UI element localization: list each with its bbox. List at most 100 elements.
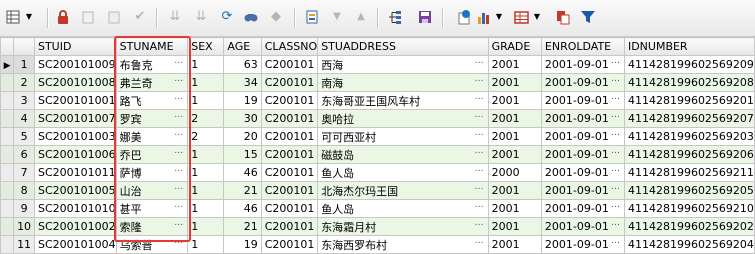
cell-stuaddress[interactable]: 东海西罗布村… [317,235,489,254]
cell-stuname[interactable]: 山治… [115,181,189,200]
cell-enroldate[interactable]: 2001-09-01… [540,199,625,218]
more-button[interactable]: … [475,219,484,229]
cell-age[interactable]: 46 [223,199,262,218]
column-header-stuid[interactable]: STUID [33,37,117,56]
cell-idnumber[interactable]: 411428199602569204 [623,235,755,254]
cell-idnumber[interactable]: 411428199602569210 [623,199,755,218]
cell-idnumber[interactable]: 411428199602569201 [623,91,755,110]
dropdown-arrow-icon[interactable]: ▼ [532,9,542,25]
cell-classno[interactable]: C200101 [260,91,319,110]
table-row[interactable]: 2 SC200101008 弗兰奇… 1 34 C200101 南海… 2001 2001-09… [0,73,755,92]
cell-enroldate[interactable]: 2001-09-01… [540,127,625,146]
cell-age[interactable]: 30 [223,109,262,128]
more-button[interactable]: … [611,165,620,175]
cell-grade[interactable]: 2001 [487,217,542,236]
cell-age[interactable]: 46 [223,163,262,182]
cell-classno[interactable]: C200101 [260,73,319,92]
cell-idnumber[interactable]: 411428199602569209 [623,55,755,74]
save-layout-icon[interactable] [304,9,320,25]
cell-grade[interactable]: 2000 [487,163,542,182]
cell-stuid[interactable]: SC200101001 [33,91,117,110]
cell-stuid[interactable]: SC200101009 [33,55,117,74]
sort-asc-icon[interactable]: ▲ [353,9,369,25]
cell-idnumber[interactable]: 411428199602569206 [623,145,755,164]
more-button[interactable]: … [174,201,183,211]
cell-stuaddress[interactable]: 北海杰尔玛王国… [317,181,489,200]
cell-idnumber[interactable]: 411428199602569205 [623,181,755,200]
column-header-sex[interactable]: SEX [187,37,225,56]
cell-stuaddress[interactable]: 西海… [317,55,489,74]
tree-icon[interactable] [387,9,403,25]
cell-stuid[interactable]: SC200101010 [33,199,117,218]
table-row[interactable]: 8 SC200101005 山治… 1 21 C200101 北海杰尔玛王国… 2001 200… [0,181,755,200]
cell-enroldate[interactable]: 2001-09-01… [540,73,625,92]
sort-desc-icon[interactable]: ▼ [329,9,345,25]
cell-stuaddress[interactable]: 东海哥亚王国风车村… [317,91,489,110]
cell-sex[interactable]: 1 [187,91,225,110]
more-button[interactable]: … [475,183,484,193]
more-button[interactable]: … [475,165,484,175]
cell-age[interactable]: 15 [223,145,262,164]
cell-stuname[interactable]: 路飞… [115,91,189,110]
more-button[interactable]: … [611,201,620,211]
column-header-grade[interactable]: GRADE [487,37,542,56]
cell-age[interactable]: 19 [223,91,262,110]
cell-sex[interactable]: 1 [187,235,225,254]
column-header-idnumber[interactable]: IDNUMBER [623,37,755,56]
cell-sex[interactable]: 1 [187,199,225,218]
cell-classno[interactable]: C200101 [260,127,319,146]
cell-stuaddress[interactable]: 磁鼓岛… [317,145,489,164]
more-button[interactable]: … [611,183,620,193]
cell-idnumber[interactable]: 411428199602569208 [623,73,755,92]
cell-sex[interactable]: 1 [187,55,225,74]
cell-classno[interactable]: C200101 [260,145,319,164]
cell-stuid[interactable]: SC200101011 [33,163,117,182]
column-header-enroldate[interactable]: ENROLDATE [540,37,625,56]
cell-enroldate[interactable]: 2001-09-01… [540,55,625,74]
funnel-icon[interactable] [580,9,596,25]
cell-grade[interactable]: 2001 [487,145,542,164]
cell-stuid[interactable]: SC200101008 [33,73,117,92]
more-button[interactable]: … [174,111,183,121]
grid-export-icon[interactable] [514,9,530,25]
cell-stuid[interactable]: SC200101007 [33,109,117,128]
more-button[interactable]: … [611,219,620,229]
cell-sex[interactable]: 1 [187,73,225,92]
cell-enroldate[interactable]: 2001-09-01… [540,109,625,128]
post-icon[interactable]: ✔ [132,9,148,25]
cell-enroldate[interactable]: 2001-09-01… [540,217,625,236]
more-button[interactable]: … [611,129,620,139]
cell-stuname[interactable]: 索隆… [115,217,189,236]
cell-age[interactable]: 21 [223,181,262,200]
refresh-icon[interactable]: ⟳ [219,9,235,25]
more-button[interactable]: … [475,111,484,121]
cell-enroldate[interactable]: 2001-09-01… [540,145,625,164]
export-icon[interactable] [555,9,571,25]
cell-stuaddress[interactable]: 奥哈拉… [317,109,489,128]
cell-grade[interactable]: 2001 [487,199,542,218]
cell-stuaddress[interactable]: 东海霜月村… [317,217,489,236]
cell-idnumber[interactable]: 411428199602569207 [623,109,755,128]
cell-stuaddress[interactable]: 鱼人岛… [317,199,489,218]
more-button[interactable]: … [174,129,183,139]
table-row[interactable]: 7 SC200101011 萨博… 1 46 C200101 鱼人岛… 2000 2001-09… [0,163,755,182]
more-button[interactable]: … [475,129,484,139]
table-row[interactable]: 9 SC200101010 甚平… 1 46 C200101 鱼人岛… 2001 2001-09… [0,199,755,218]
cell-idnumber[interactable]: 411428199602569203 [623,127,755,146]
cell-age[interactable]: 21 [223,217,262,236]
cell-stuid[interactable]: SC200101004 [33,235,117,254]
cell-enroldate[interactable]: 2001-09-01… [540,181,625,200]
more-button[interactable]: … [475,147,484,157]
cell-grade[interactable]: 2001 [487,73,542,92]
table-row[interactable]: 4 SC200101007 罗宾… 2 30 C200101 奥哈拉… 2001 2001-09… [0,109,755,128]
cell-classno[interactable]: C200101 [260,55,319,74]
more-button[interactable]: … [475,237,484,247]
find-icon[interactable] [243,9,259,25]
cell-classno[interactable]: C200101 [260,217,319,236]
cell-stuid[interactable]: SC200101006 [33,145,117,164]
cell-stuname[interactable]: 娜美… [115,127,189,146]
cell-age[interactable]: 19 [223,235,262,254]
more-button[interactable]: … [475,201,484,211]
clear-filter-icon[interactable]: ⇊ [193,9,209,25]
cell-stuaddress[interactable]: 鱼人岛… [317,163,489,182]
